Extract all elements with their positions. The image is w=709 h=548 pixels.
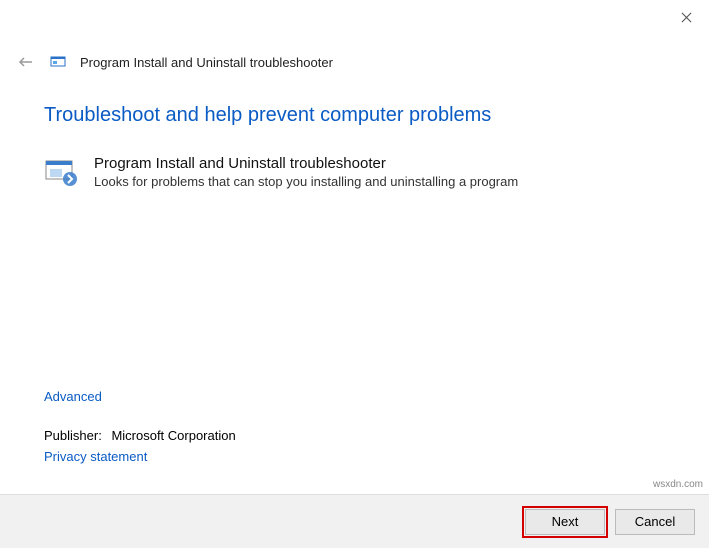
advanced-link[interactable]: Advanced [44,389,102,404]
publisher-row: Publisher: Microsoft Corporation [44,428,236,443]
bottom-info: Advanced Publisher: Microsoft Corporatio… [44,389,236,464]
publisher-label: Publisher: [44,428,102,443]
publisher-name: Microsoft Corporation [111,428,235,443]
troubleshooter-item: Program Install and Uninstall troublesho… [44,155,665,191]
troubleshooter-title: Program Install and Uninstall troublesho… [94,155,665,172]
content-area: Troubleshoot and help prevent computer p… [0,80,709,191]
watermark: wsxdn.com [653,479,703,490]
page-heading: Troubleshoot and help prevent computer p… [44,104,665,127]
back-arrow-icon[interactable] [16,52,36,72]
titlebar [0,0,709,36]
header-row: Program Install and Uninstall troublesho… [0,36,709,80]
troubleshooter-icon [44,155,80,191]
close-icon[interactable] [677,8,695,26]
button-bar: Next Cancel [0,494,709,548]
troubleshooter-description: Looks for problems that can stop you ins… [94,174,665,189]
cancel-button[interactable]: Cancel [615,509,695,535]
privacy-statement-link[interactable]: Privacy statement [44,449,236,464]
window-title: Program Install and Uninstall troublesho… [80,55,333,70]
next-button[interactable]: Next [525,509,605,535]
troubleshooter-text: Program Install and Uninstall troublesho… [94,155,665,189]
troubleshooter-window-icon [50,54,66,70]
